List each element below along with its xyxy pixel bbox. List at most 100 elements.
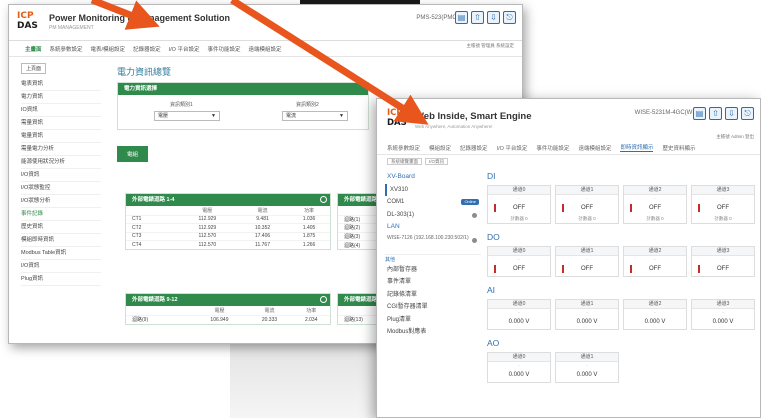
sidebar-item[interactable]: I/O資訊 [21,169,101,182]
download-icon[interactable]: ⇩ [725,107,738,120]
io-channel-card[interactable]: 通道2- OFF 計數器 0 [623,185,687,224]
sidebar-item[interactable]: DL-303(1) [385,209,481,222]
sidebar-item[interactable]: 電表資訊 [21,78,101,91]
select-dropdown-1[interactable]: 電壓 ▼ [154,111,220,121]
sidebar-item[interactable]: 能源使用狀況分析 [21,156,101,169]
exit-icon[interactable]: ⎋ [503,11,516,24]
state-indicator-icon [494,204,496,212]
download-icon[interactable]: ⇩ [487,11,500,24]
io-channel-card[interactable]: 通道1- OFF [555,246,619,277]
column-header: 電流 [264,307,275,314]
save-icon[interactable]: ▤ [693,107,706,120]
sidebar-item[interactable]: LAN [385,221,481,234]
channel-label: 通道2 [624,247,686,256]
table-row: 迴路(9) 106.949 20.333 2.034 [126,314,330,324]
sidebar-item[interactable]: Modbus Table資訊 [21,247,101,260]
breadcrumb-item[interactable]: 系統總覽畫面 [387,158,422,165]
sidebar-item[interactable]: 記錄條清單 [385,289,481,302]
table-cell: 11.767 [236,240,289,249]
nav-item[interactable]: 事件功能設定 [207,45,240,53]
io-channel-card[interactable]: 通道0- OFF [487,246,551,277]
account-bar[interactable]: 主帳號 管理員 系統設定 [467,43,515,49]
sidebar-item[interactable]: 內部暫存器 [385,264,481,277]
io-channel-card[interactable]: 通道3- OFF [691,246,755,277]
table-header-row: 電壓 電流 功率 [126,206,330,215]
nav-item[interactable]: 電表/模組設定 [91,45,126,53]
nav-item[interactable]: I/O 平台設定 [497,144,528,152]
state-indicator-icon [698,204,700,212]
sidebar-item[interactable]: 模組即時資訊 [21,234,101,247]
meter-group-button[interactable]: 電組 [117,146,149,162]
sidebar-back-button[interactable]: 上頁面 [21,63,47,74]
sidebar-item[interactable]: 需量資訊 [21,117,101,130]
column-header [126,206,178,215]
nav-item[interactable]: 記錄器設定 [460,144,488,152]
io-channel-card[interactable]: 通道3-0.000 V [691,299,755,330]
upload-icon[interactable]: ⇧ [709,107,722,120]
io-channel-card[interactable]: 通道1-0.000 V [555,299,619,330]
sidebar-item[interactable]: 電量資訊 [21,130,101,143]
io-grid: 通道0-0.000 V 通道1-0.000 V [487,352,757,383]
sidebar-item[interactable]: CGI暫存器清單 [385,301,481,314]
table-cell: 112.570 [177,240,237,249]
io-channel-card[interactable]: 通道0-0.000 V [487,299,551,330]
sidebar-item[interactable]: XV310 [385,183,481,196]
section-title-do: DO [487,232,500,242]
nav-item[interactable]: 遠端模組設定 [578,144,611,152]
app-subtitle: Web Anywhere, Automation Anywhere! [415,124,493,129]
save-icon[interactable]: ▤ [455,11,468,24]
table-cell: 112.570 [177,231,237,241]
io-channel-card[interactable]: 通道0-0.000 V [487,352,551,383]
sidebar-item[interactable]: Plug清單 [385,314,481,327]
sidebar-item[interactable]: IO資訊 [21,104,101,117]
sidebar-item[interactable]: 需量電力分析 [21,143,101,156]
nav-item[interactable]: 歷史資料顯示 [662,144,695,152]
io-channel-card[interactable]: 通道0- OFF 計數器 0 [487,185,551,224]
sidebar-item[interactable]: Modbus對應表 [385,326,481,339]
channel-value: OFF [692,262,754,276]
sidebar-item[interactable]: 歷史資訊 [21,221,101,234]
nav-item[interactable]: 模組設定 [429,144,451,152]
nav-item[interactable]: 事件功能設定 [536,144,569,152]
table-cell: 20.333 [246,314,293,324]
nav-item[interactable]: 即時資訊顯示 [620,143,654,152]
select-label-1: 資訊類別1 [170,102,193,108]
io-channel-card[interactable]: 通道2-0.000 V [623,299,687,330]
account-bar[interactable]: 主帳號 Admin 登出 [716,134,754,140]
sidebar-item[interactable]: Plug資訊 [21,273,101,286]
breadcrumb-item[interactable]: I/O資訊 [425,158,449,165]
meter-panel-title: 外部電錶迴路 9-12 [126,294,330,306]
io-channel-card[interactable]: 通道1- OFF 計數器 0 [555,185,619,224]
channel-label: 通道0 [488,353,550,362]
channel-counter: 計數器 0 [510,216,528,221]
nav-item[interactable]: 系統參數設定 [50,45,83,53]
io-channel-card[interactable]: 通道2- OFF [623,246,687,277]
sidebar-item[interactable]: WISE-7126 (192.168.100.230:502/1) [385,234,481,254]
upload-icon[interactable]: ⇧ [471,11,484,24]
channel-value: 0.000 V [576,319,598,325]
icpdas-logo: ICP DAS [387,108,407,128]
collapse-icon[interactable] [320,296,327,303]
sidebar-item[interactable]: I/O資訊 [21,260,101,273]
state-indicator-icon [630,204,632,212]
select-dropdown-2[interactable]: 電流 ▼ [282,111,348,121]
nav-item[interactable]: 主畫面 [25,45,42,53]
nav-item[interactable]: I/O 平台設定 [169,45,200,53]
state-indicator-icon [698,265,700,273]
sidebar-item[interactable]: 事件記錄 [21,208,101,221]
io-channel-card[interactable]: 通道3- OFF 計數器 0 [691,185,755,224]
nav-item[interactable]: 系統參數設定 [387,144,420,152]
collapse-icon[interactable] [320,196,327,203]
channel-value: 0.000 V [508,319,530,325]
sidebar-item[interactable]: I/O狀態分析 [21,195,101,208]
sidebar-item[interactable]: XV-Board [385,171,481,184]
sidebar-item[interactable]: I/O狀態監控 [21,182,101,195]
meter-panel: 外部電錶迴路 9-12 電壓 電流 功率 迴路(9) 106.949 20.333 2.034 [125,293,331,325]
sidebar-item[interactable]: 事件清單 [385,276,481,289]
sidebar-item[interactable]: 電力資訊 [21,91,101,104]
nav-item[interactable]: 記錄器設定 [133,45,161,53]
sidebar-item[interactable]: COM1 Online [385,196,481,209]
exit-icon[interactable]: ⎋ [741,107,754,120]
nav-item[interactable]: 遠端模組設定 [248,45,281,53]
io-channel-card[interactable]: 通道1-0.000 V [555,352,619,383]
